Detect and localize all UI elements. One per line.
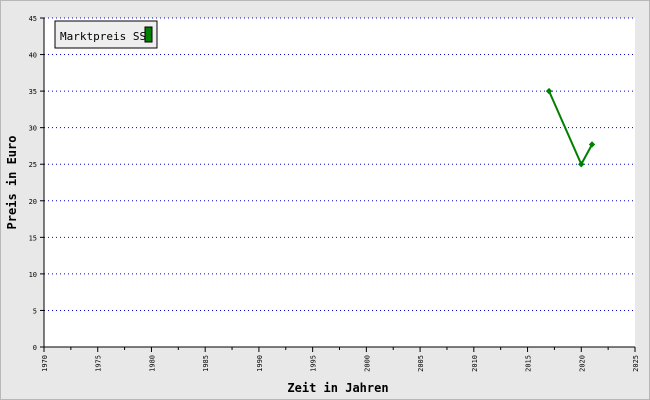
y-tick-label: 20 bbox=[29, 198, 37, 206]
x-tick-label: 1990 bbox=[256, 355, 264, 372]
y-tick-label: 15 bbox=[29, 234, 37, 242]
x-tick-label: 2025 bbox=[632, 355, 640, 372]
x-tick-label: 1980 bbox=[148, 355, 156, 372]
y-tick-label: 0 bbox=[33, 344, 37, 352]
y-tick-label: 25 bbox=[29, 161, 37, 169]
y-tick-label: 5 bbox=[33, 307, 37, 315]
line-chart: 051015202530354045 1970 1975 1980 1985 1990 1… bbox=[5, 15, 640, 395]
x-tick-label: 2010 bbox=[471, 355, 479, 372]
x-tick-label: 1985 bbox=[202, 355, 210, 372]
x-tick-label: 1975 bbox=[95, 355, 103, 372]
y-tick-label: 35 bbox=[29, 88, 37, 96]
y-tick-label: 40 bbox=[29, 52, 37, 60]
x-tick-label: 2005 bbox=[417, 355, 425, 372]
y-tick-label: 10 bbox=[29, 271, 37, 279]
y-axis-ticks: 0 5 10 15 20 25 30 35 40 45 bbox=[29, 15, 44, 352]
legend-label: Marktpreis SS bbox=[60, 30, 146, 43]
x-tick-label: 2000 bbox=[363, 355, 371, 372]
plot-area bbox=[44, 18, 635, 347]
y-axis-label: Preis in Euro bbox=[5, 136, 19, 230]
legend: Marktpreis SS bbox=[54, 20, 158, 49]
x-tick-label: 2020 bbox=[578, 355, 586, 372]
x-axis-ticks: 1970 1975 1980 1985 1990 1995 2000 2005 2010 2015… bbox=[41, 347, 640, 372]
x-axis-label: Zeit in Jahren bbox=[287, 381, 388, 395]
legend-swatch bbox=[144, 26, 153, 43]
y-tick-label: 45 bbox=[29, 15, 37, 23]
x-tick-label: 2015 bbox=[525, 355, 533, 372]
x-tick-label: 1970 bbox=[41, 355, 49, 372]
x-tick-label: 1995 bbox=[310, 355, 318, 372]
y-tick-label: 30 bbox=[29, 125, 37, 133]
